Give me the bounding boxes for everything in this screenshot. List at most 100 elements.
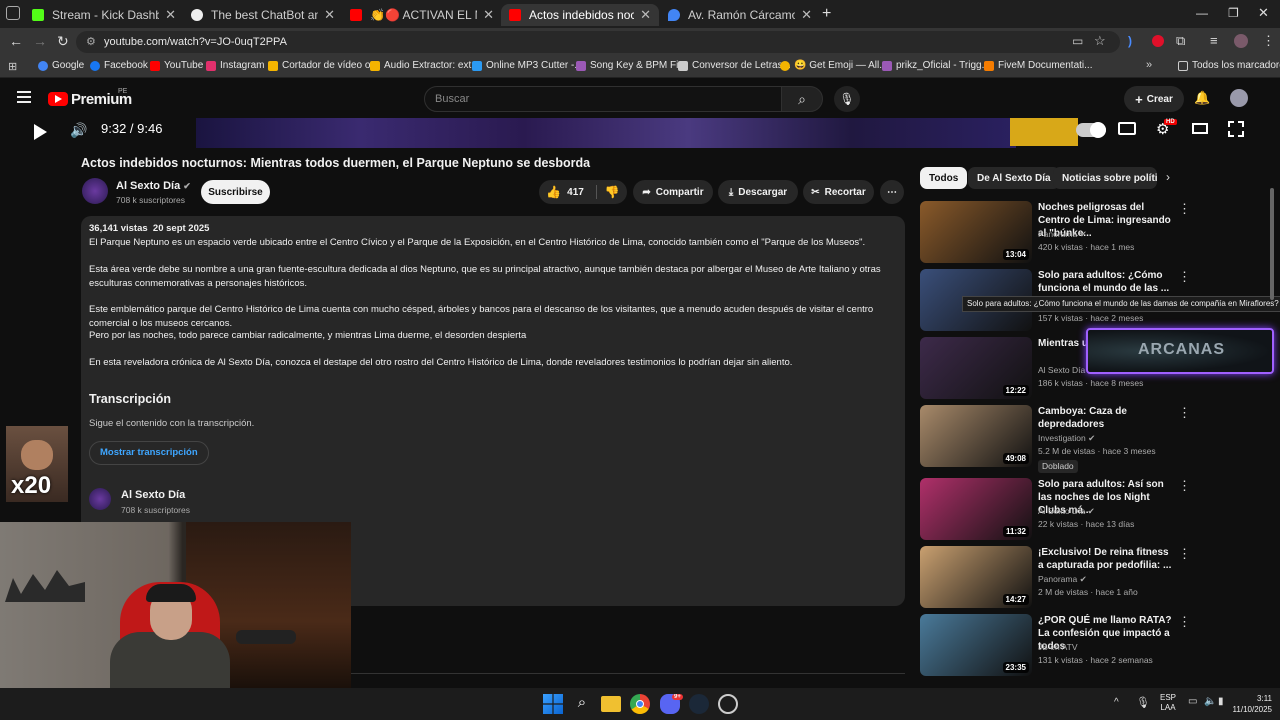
more-options-icon[interactable]: ⋮	[1178, 269, 1191, 285]
chrome-icon[interactable]	[630, 694, 650, 714]
create-button[interactable]: + Crear	[1124, 86, 1184, 112]
windows-start-icon[interactable]	[543, 694, 563, 714]
video-thumbnail[interactable]: 12:22	[920, 337, 1032, 399]
channel-name[interactable]: Al Sexto Día	[121, 489, 185, 501]
video-thumbnail[interactable]: 14:27	[920, 546, 1032, 608]
chevron-right-icon[interactable]: ›	[1166, 170, 1170, 184]
battery-icon[interactable]: ▮	[1218, 696, 1224, 707]
close-tab-icon[interactable]: ✕	[324, 7, 335, 23]
clip-button[interactable]: ✂ Recortar	[803, 180, 874, 204]
bookmark-facebook[interactable]: Facebook	[90, 60, 148, 71]
recommended-video[interactable]: 23:35 ¿POR QUÉ me llamo RATA? La confesió…	[920, 614, 1210, 676]
tab-activan-modo[interactable]: 👏🔴 ACTIVAN EL MODO SEG ✕	[342, 4, 502, 26]
apps-grid-icon[interactable]: ⊞	[8, 60, 17, 73]
video-thumbnail[interactable]: 11:32	[920, 478, 1032, 540]
video-title[interactable]: Solo para adultos: ¿Cómo funciona el mun…	[1038, 269, 1176, 295]
video-channel[interactable]: Panorama ✔	[1038, 573, 1087, 586]
close-tab-icon[interactable]: ✕	[483, 7, 494, 23]
site-info-icon[interactable]: ⚙	[86, 35, 96, 48]
video-title[interactable]: Camboya: Caza de depredadores	[1038, 405, 1176, 431]
channel-name[interactable]: Al Sexto Día ✔	[116, 180, 191, 192]
tray-chevron-up-icon[interactable]: ^	[1114, 697, 1119, 708]
restore-icon[interactable]: ❐	[1228, 6, 1239, 20]
subtitles-icon[interactable]	[1118, 122, 1136, 135]
recommended-video[interactable]: 13:04 Noches peligrosas del Centro de Lim…	[920, 201, 1210, 263]
steam-icon[interactable]	[689, 694, 709, 714]
bookmark-google[interactable]: Google	[38, 60, 84, 71]
download-button[interactable]: ⤓ Descargar	[718, 180, 798, 204]
extensions-puzzle-icon[interactable]: ⧉	[1176, 33, 1185, 49]
bookmark-star-icon[interactable]: ☆	[1094, 33, 1106, 49]
more-actions-icon[interactable]: ⋯	[880, 180, 904, 204]
bookmark-fivem[interactable]: FiveM Documentati...	[984, 60, 1092, 71]
recommended-video[interactable]: 11:32 Solo para adultos: Así son las noch…	[920, 478, 1210, 540]
more-options-icon[interactable]: ⋮	[1178, 201, 1191, 217]
account-avatar[interactable]	[1230, 89, 1248, 107]
cast-icon[interactable]: ▭	[1072, 34, 1083, 48]
scrollbar-thumb[interactable]	[1270, 188, 1274, 300]
youtube-logo-icon[interactable]	[48, 92, 68, 106]
share-button[interactable]: ➦ Compartir	[633, 180, 713, 204]
forward-icon[interactable]: →	[33, 33, 47, 49]
voice-search-icon[interactable]: 🎙	[834, 86, 860, 112]
taskbar-search-icon[interactable]: ⌕	[572, 694, 592, 714]
bookmark-youtube[interactable]: YouTube	[150, 60, 203, 71]
fullscreen-icon[interactable]	[1228, 121, 1244, 137]
tray-mic-icon[interactable]: 🎙	[1136, 696, 1150, 709]
bookmark-instagram[interactable]: Instagram	[206, 60, 264, 71]
more-bookmarks-icon[interactable]: »	[1146, 59, 1152, 71]
hamburger-menu-icon[interactable]	[17, 91, 31, 103]
more-options-icon[interactable]: ⋮	[1178, 478, 1191, 494]
search-input[interactable]: Buscar	[424, 86, 782, 112]
video-channel[interactable]: Al Sexto Día ✔	[1038, 505, 1095, 518]
bookmark-conversor-letras[interactable]: Conversor de Letras...	[678, 60, 791, 71]
profile-avatar[interactable]	[1234, 34, 1248, 48]
bookmark-audio-extractor[interactable]: Audio Extractor: ext...	[370, 60, 480, 71]
url-field[interactable]: ⚙ youtube.com/watch?v=JO-0uqT2PPA ▭ ☆	[76, 31, 1120, 53]
language-indicator[interactable]: ESP LAA	[1160, 693, 1176, 713]
recommended-video[interactable]: 49:08 Camboya: Caza de depredadores Invest…	[920, 405, 1210, 473]
recommended-video[interactable]: 14:27 ¡Exclusivo! De reina fitness a capt…	[920, 546, 1210, 608]
notifications-bell-icon[interactable]: 🔔	[1194, 90, 1210, 106]
more-options-icon[interactable]: ⋮	[1178, 546, 1191, 562]
media-controls-icon[interactable]: ≡	[1210, 33, 1218, 48]
video-channel[interactable]: Investigation ✔	[1038, 432, 1095, 445]
tab-actos-indebidos[interactable]: Actos indebidos nocturnos: Mie ✕	[501, 4, 659, 26]
close-tab-icon[interactable]: ✕	[801, 7, 812, 23]
video-thumbnail[interactable]: 13:04	[920, 201, 1032, 263]
obs-icon[interactable]	[718, 694, 738, 714]
close-tab-icon[interactable]: ✕	[165, 7, 176, 23]
tab-kick-dashboard[interactable]: Stream - Kick Dashboard ✕	[24, 4, 184, 26]
more-options-icon[interactable]: ⋮	[1178, 405, 1191, 421]
volume-icon[interactable]: 🔊	[70, 122, 87, 139]
file-explorer-icon[interactable]	[601, 696, 621, 712]
chip-politics-news[interactable]: Noticias sobre política	[1053, 167, 1157, 189]
network-icon[interactable]: ▭	[1188, 696, 1197, 707]
autoplay-toggle[interactable]	[1076, 122, 1106, 138]
close-tab-icon[interactable]: ✕	[640, 7, 651, 23]
bookmark-get-emoji[interactable]: 😀 Get Emoji — All...	[780, 60, 888, 71]
subscribe-button[interactable]: Suscribirse	[201, 180, 270, 204]
reload-icon[interactable]: ↻	[57, 33, 69, 50]
bookmark-trigger[interactable]: prikz_Oficial - Trigg...	[882, 60, 990, 71]
speaker-icon[interactable]: 🔈	[1204, 696, 1216, 707]
show-transcript-button[interactable]: Mostrar transcripción	[89, 441, 209, 465]
like-icon[interactable]: 👍	[546, 185, 561, 199]
chip-channel[interactable]: De Al Sexto Día	[968, 167, 1060, 189]
play-icon[interactable]	[34, 124, 47, 140]
new-tab-icon[interactable]: +	[822, 5, 831, 23]
dislike-icon[interactable]: 👎	[595, 185, 620, 199]
close-window-icon[interactable]: ✕	[1258, 5, 1269, 21]
tab-search-icon[interactable]	[6, 6, 20, 20]
video-channel[interactable]: Al Sexto Día	[1038, 364, 1085, 377]
browser-menu-icon[interactable]: ⋮	[1262, 33, 1275, 49]
bookmark-cortador-video[interactable]: Cortador de vídeo o...	[268, 60, 379, 71]
bookmark-song-key[interactable]: Song Key & BPM Fi...	[576, 60, 687, 71]
channel-avatar[interactable]	[82, 178, 108, 204]
video-channel[interactable]: Panorama ✔	[1038, 228, 1087, 241]
bookmark-mp3-cutter[interactable]: Online MP3 Cutter -...	[472, 60, 583, 71]
back-icon[interactable]: ←	[9, 33, 23, 49]
extension-red-icon[interactable]	[1152, 35, 1164, 47]
extension-voice-icon[interactable]: )	[1128, 34, 1140, 48]
search-button-icon[interactable]: ⌕	[781, 86, 823, 112]
